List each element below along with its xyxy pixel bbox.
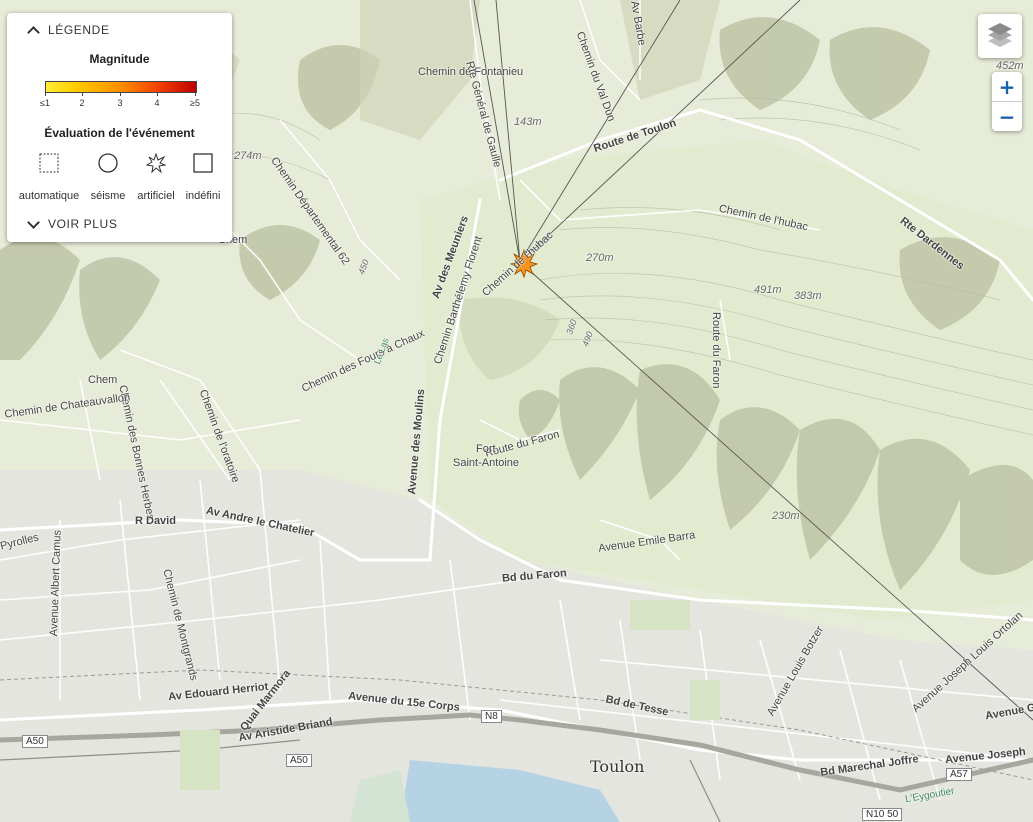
road-label: Chem xyxy=(88,374,118,386)
tick-mark xyxy=(82,92,83,96)
road-label: Route du Faron xyxy=(710,312,722,389)
chevron-down-icon xyxy=(27,216,40,229)
tick-mark xyxy=(120,92,121,96)
elevation-label: 274m xyxy=(234,150,262,162)
event-type-label: automatique xyxy=(18,190,80,202)
square-icon xyxy=(193,153,213,173)
elevation-label: 383m xyxy=(794,290,822,302)
circle-icon xyxy=(98,153,118,173)
zoom-control: + − xyxy=(992,72,1022,131)
tick-mark xyxy=(195,92,196,96)
road-label: R David xyxy=(135,515,176,527)
event-type-label: indéfini xyxy=(185,190,221,202)
magnitude-tick: 4 xyxy=(154,98,160,108)
road-shield: N8 xyxy=(481,710,502,723)
zoom-in-button[interactable]: + xyxy=(992,72,1022,102)
city-label: Toulon xyxy=(590,757,645,776)
see-more-toggle[interactable]: VOIR PLUS xyxy=(27,216,118,231)
explosion-star-icon xyxy=(146,153,166,173)
elevation-label: 143m xyxy=(514,116,542,128)
elevation-label: 491m xyxy=(754,284,782,296)
zoom-out-button[interactable]: − xyxy=(992,102,1022,131)
road-shield: A50 xyxy=(22,735,48,748)
legend-toggle-label: LÉGENDE xyxy=(48,23,110,37)
place-label: Saint-Antoine xyxy=(453,457,520,469)
chevron-up-icon xyxy=(27,25,40,39)
tick-mark xyxy=(45,92,46,96)
place-label: Fort xyxy=(476,443,496,455)
event-type-label: séisme xyxy=(90,190,126,202)
road-shield: A50 xyxy=(286,754,312,767)
magnitude-tick: ≥5 xyxy=(190,98,200,108)
elevation-label: 270m xyxy=(586,252,614,264)
tick-mark xyxy=(157,92,158,96)
road-shield: N10 50 xyxy=(862,808,903,821)
magnitude-color-scale xyxy=(45,81,197,93)
evaluation-title: Évaluation de l'événement xyxy=(44,126,195,140)
dotted-square-icon xyxy=(39,153,59,173)
road-shield: A57 xyxy=(946,768,972,781)
layers-icon xyxy=(988,23,1012,47)
legend-panel: LÉGENDE Magnitude ≤1 2 3 4 ≥5 Évaluation… xyxy=(7,13,232,242)
magnitude-tick: 3 xyxy=(117,98,123,108)
magnitude-tick: 2 xyxy=(79,98,85,108)
see-more-label: VOIR PLUS xyxy=(48,217,118,231)
magnitude-title: Magnitude xyxy=(89,52,150,66)
layers-button[interactable] xyxy=(978,14,1022,58)
legend-toggle[interactable]: LÉGENDE xyxy=(27,23,110,39)
magnitude-tick: ≤1 xyxy=(40,98,50,108)
elevation-label: 452m xyxy=(996,60,1024,72)
event-type-label: artificiel xyxy=(137,190,175,202)
elevation-label: 230m xyxy=(772,510,800,522)
